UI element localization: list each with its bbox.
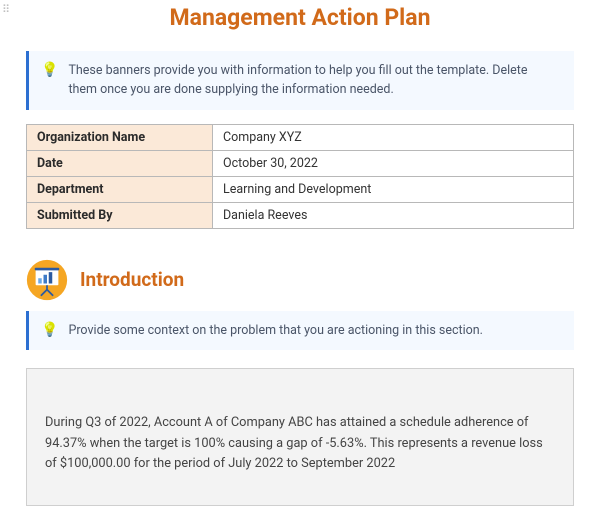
table-value[interactable]: Learning and Development xyxy=(212,176,573,202)
table-value[interactable]: October 30, 2022 xyxy=(212,150,573,176)
page-title: Management Action Plan xyxy=(26,0,574,43)
table-label: Date xyxy=(27,150,213,176)
table-label: Organization Name xyxy=(27,124,213,150)
table-row[interactable]: Organization Name Company XYZ xyxy=(27,124,574,150)
lightbulb-icon: 💡 xyxy=(41,321,58,341)
info-table: Organization Name Company XYZ Date Octob… xyxy=(26,124,574,229)
drag-handle-icon[interactable]: ⠿ xyxy=(2,6,11,13)
table-value[interactable]: Daniela Reeves xyxy=(212,202,573,228)
info-banner-section[interactable]: 💡 Provide some context on the problem th… xyxy=(26,311,574,351)
document-page: Management Action Plan 💡 These banners p… xyxy=(0,0,600,526)
context-text-box[interactable]: During Q3 of 2022, Account A of Company … xyxy=(26,368,574,505)
section-title: Introduction xyxy=(80,268,184,291)
table-row[interactable]: Department Learning and Development xyxy=(27,176,574,202)
table-row[interactable]: Date October 30, 2022 xyxy=(27,150,574,176)
lightbulb-icon: 💡 xyxy=(41,61,58,81)
info-banner-text: These banners provide you with informati… xyxy=(68,61,558,100)
presentation-icon xyxy=(26,259,68,301)
info-banner-text: Provide some context on the problem that… xyxy=(68,321,483,340)
context-body: During Q3 of 2022, Account A of Company … xyxy=(45,415,543,471)
table-label: Department xyxy=(27,176,213,202)
table-value[interactable]: Company XYZ xyxy=(212,124,573,150)
table-row[interactable]: Submitted By Daniela Reeves xyxy=(27,202,574,228)
section-header: Introduction xyxy=(26,259,574,301)
table-label: Submitted By xyxy=(27,202,213,228)
info-banner-top[interactable]: 💡 These banners provide you with informa… xyxy=(26,51,574,110)
